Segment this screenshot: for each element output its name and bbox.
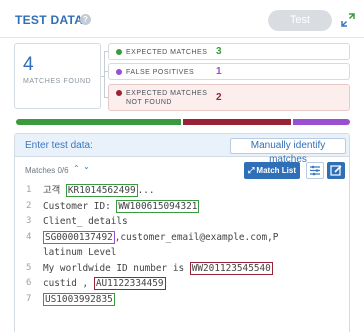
line-number: 5 <box>26 262 32 273</box>
stat-value: 1 <box>216 66 222 77</box>
expected-dot-icon <box>116 49 122 55</box>
plain-text: My worldwide ID number is <box>43 262 190 274</box>
test-button[interactable]: Test <box>268 10 332 31</box>
code-line: latinum Level <box>15 245 349 260</box>
expected-match-highlight[interactable]: KR1014562499 <box>65 184 138 197</box>
code-line: 1 고객 KR1014562499... <box>15 183 349 198</box>
progress-bar-expected <box>16 119 181 125</box>
stat-expected-not-found: EXPECTED MATCHES NOT FOUND 2 <box>108 84 350 111</box>
false-positive-highlight[interactable]: SG0000137492 <box>43 230 115 244</box>
line-number: 6 <box>26 278 32 288</box>
editor-header: Enter test data: Manually identify match… <box>15 134 349 165</box>
matches-navigator-label: Matches 0/6 <box>25 166 69 175</box>
progress-bar-not-found <box>183 119 291 125</box>
matches-found-summary: 4 MATCHES FOUND <box>14 43 101 109</box>
line-number: 2 <box>26 200 32 211</box>
line-number: 3 <box>26 216 32 226</box>
line-text: SG0000137492 ,customer_email@example.com,… <box>43 230 278 245</box>
line-number: 7 <box>26 293 32 304</box>
stat-label: EXPECTED MATCHES NOT FOUND <box>126 90 208 106</box>
line-number: 1 <box>26 185 32 195</box>
test-data-editor: Enter test data: Manually identify match… <box>14 133 350 332</box>
match-list-label: Match List <box>256 165 296 175</box>
chevron-down-icon[interactable]: ⌄ <box>83 162 90 171</box>
code-line: 7 US1003992835 <box>15 292 349 307</box>
code-line: 5 My worldwide ID number is WW20112354554… <box>15 261 349 276</box>
code-line: 4 SG0000137492 ,customer_email@example.com… <box>15 230 349 245</box>
stat-value: 2 <box>216 92 222 103</box>
stat-value: 3 <box>216 46 222 57</box>
plain-text: Customer ID: <box>43 200 117 212</box>
line-text: latinum Level <box>43 245 116 260</box>
stat-false-positives: FALSE POSITIVES 1 <box>108 63 350 80</box>
plain-text: 고객 <box>43 185 66 196</box>
expected-match-highlight[interactable]: US1003992835 <box>43 292 115 306</box>
arrows-icon: ⤢ <box>248 165 255 175</box>
not-found-highlight[interactable]: AU1122334459 <box>93 277 166 290</box>
line-text: My worldwide ID number is WW201123545540 <box>43 261 273 276</box>
manually-identify-button[interactable]: Manually identify matches <box>230 138 346 165</box>
code-line: 6 custid , AU1122334459 <box>15 276 349 291</box>
matches-label: MATCHES FOUND <box>23 78 92 85</box>
progress-bar-false-positive <box>293 119 350 125</box>
panel-title: TEST DATA <box>15 13 84 27</box>
plain-text: ,customer_email@example.com,P <box>114 231 279 243</box>
expected-match-highlight[interactable]: WW100615094321 <box>116 199 200 213</box>
plain-text: latinum Level <box>43 247 117 258</box>
enter-test-data-label: Enter test data: <box>25 140 93 151</box>
filter-icon <box>310 165 320 176</box>
plain-text: ... <box>137 185 155 196</box>
line-text: US1003992835 <box>43 292 115 307</box>
chevron-up-icon[interactable]: ⌃ <box>73 164 80 173</box>
line-number: 4 <box>26 231 32 242</box>
code-line: 2 Customer ID: WW100615094321 <box>15 199 349 214</box>
test-data-header: TEST DATA ? Test <box>0 0 364 38</box>
plain-text: custid , <box>43 278 94 289</box>
false-positive-dot-icon <box>116 69 122 75</box>
line-text: custid , AU1122334459 <box>43 276 166 291</box>
help-icon[interactable]: ? <box>80 14 91 25</box>
not-found-dot-icon <box>116 90 122 96</box>
match-list-button[interactable]: ⤢ Match List <box>244 162 300 179</box>
expand-icon[interactable] <box>341 13 355 27</box>
code-line: 3 Client_ details <box>15 214 349 229</box>
stat-expected-matches: EXPECTED MATCHES 3 <box>108 43 350 60</box>
line-text: Client_ details <box>43 214 128 229</box>
matches-count: 4 <box>23 54 34 75</box>
plain-text: Client_ details <box>43 216 128 227</box>
line-text: Customer ID: WW100615094321 <box>43 199 200 214</box>
not-found-highlight[interactable]: WW201123545540 <box>189 261 273 275</box>
edit-icon <box>330 165 342 176</box>
edit-button[interactable] <box>327 162 345 179</box>
stat-label: EXPECTED MATCHES <box>126 49 208 56</box>
stat-label: FALSE POSITIVES <box>126 69 195 76</box>
filter-button[interactable] <box>306 162 324 179</box>
line-text: 고객 KR1014562499... <box>43 183 155 198</box>
